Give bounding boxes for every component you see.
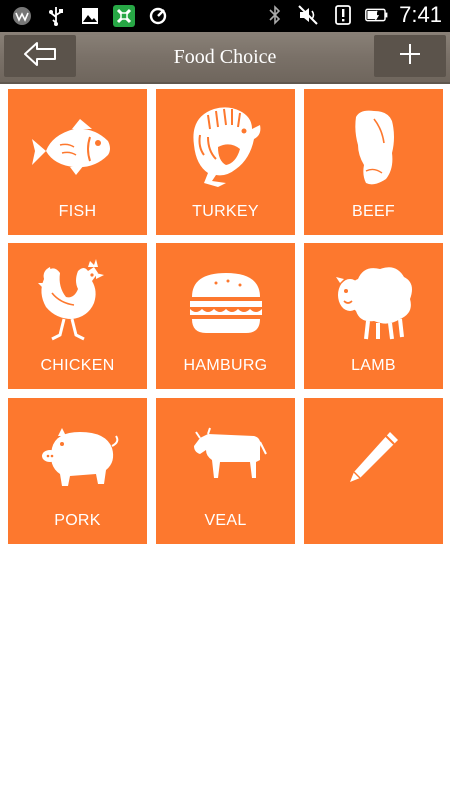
pig-icon <box>42 428 119 486</box>
tile-edit[interactable] <box>304 398 443 544</box>
app-grid-icon <box>112 4 136 28</box>
add-button[interactable] <box>374 35 446 77</box>
action-bar: Food Choice <box>0 32 450 84</box>
tile-hamburg[interactable]: HAMBURG <box>156 243 295 389</box>
usb-icon <box>44 4 68 28</box>
fish-icon <box>32 119 110 175</box>
back-button[interactable] <box>4 35 76 77</box>
plus-icon <box>398 42 422 71</box>
alert-icon <box>331 3 355 27</box>
tile-label: LAMB <box>351 357 396 374</box>
turkey-icon <box>193 107 261 187</box>
sync-icon <box>146 4 170 28</box>
tile-label: FISH <box>58 203 97 220</box>
tile-label: HAMBURG <box>183 357 268 374</box>
cow-icon <box>194 427 267 478</box>
tile-label: BEEF <box>352 203 395 220</box>
sheep-icon <box>336 267 412 340</box>
tile-label: PORK <box>54 512 101 529</box>
image-icon <box>78 4 102 28</box>
rooster-icon <box>38 259 104 341</box>
bluetooth-icon <box>263 3 287 27</box>
tile-veal[interactable]: VEAL <box>156 398 295 544</box>
tile-label: TURKEY <box>192 203 259 220</box>
pencil-icon <box>350 432 398 482</box>
tile-pork[interactable]: PORK <box>8 398 147 544</box>
tile-fish[interactable]: FISH <box>8 89 147 235</box>
hamburger-icon <box>190 273 262 333</box>
tile-chicken[interactable]: CHICKEN <box>8 243 147 389</box>
tile-label: VEAL <box>204 512 247 529</box>
clock: 7:41 <box>399 2 442 27</box>
tile-beef[interactable]: BEEF <box>304 89 443 235</box>
battery-icon <box>365 3 389 27</box>
beef-icon <box>355 110 394 185</box>
tile-label: CHICKEN <box>40 357 115 374</box>
mute-icon <box>297 3 321 27</box>
back-arrow-icon <box>22 41 58 72</box>
tile-lamb[interactable]: LAMB <box>304 243 443 389</box>
status-bar: 7:41 <box>0 0 450 32</box>
app-icon <box>10 4 34 28</box>
tile-turkey[interactable]: TURKEY <box>156 89 295 235</box>
